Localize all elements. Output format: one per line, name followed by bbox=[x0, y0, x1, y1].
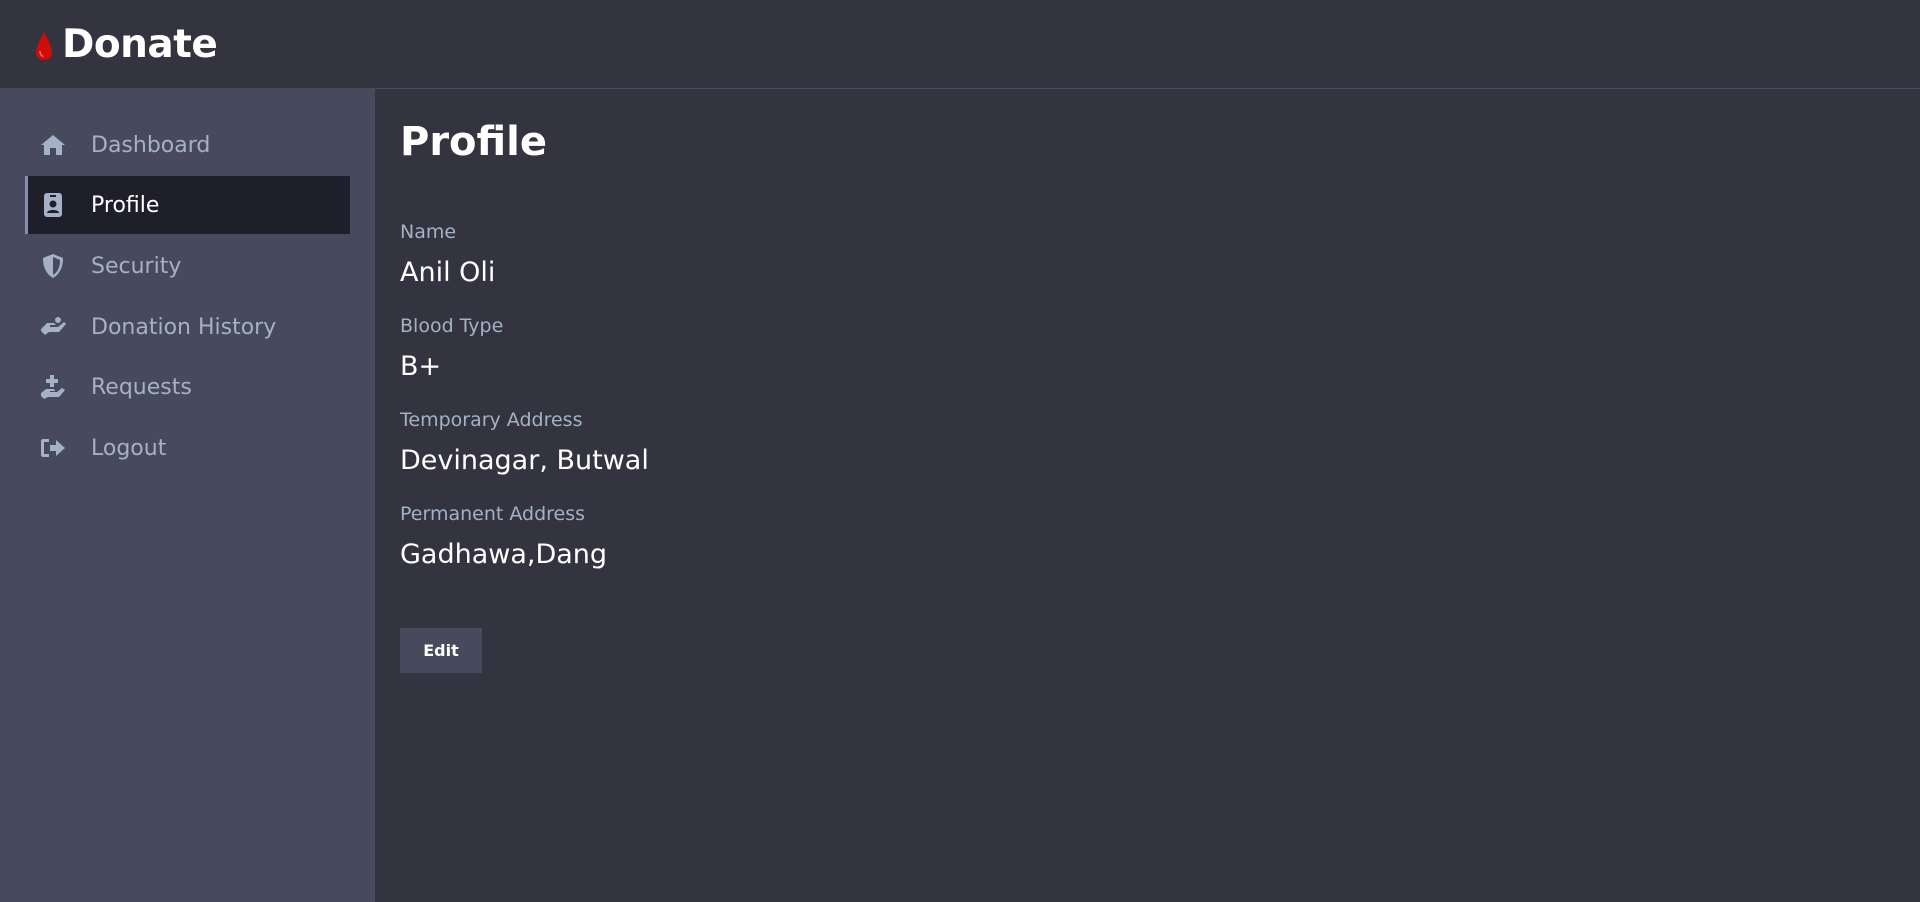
page-title: Profile bbox=[400, 119, 548, 165]
temporary-address-value: Devinagar, Butwal bbox=[400, 445, 649, 476]
blood-type-value: B+ bbox=[400, 351, 442, 382]
sign-out-icon bbox=[39, 434, 67, 462]
name-label: Name bbox=[400, 221, 457, 243]
sidebar-item-donation-history[interactable]: Donation History bbox=[25, 298, 350, 356]
top-bar: Donate bbox=[0, 0, 1920, 89]
edit-button[interactable]: Edit bbox=[400, 628, 482, 673]
sidebar-item-label: Profile bbox=[91, 192, 160, 218]
sidebar-item-label: Requests bbox=[91, 374, 192, 400]
hand-medical-icon bbox=[39, 373, 67, 401]
sidebar: Dashboard Profile Security Donation Hist… bbox=[0, 89, 375, 902]
sidebar-item-logout[interactable]: Logout bbox=[25, 419, 350, 477]
sidebar-item-label: Dashboard bbox=[91, 132, 211, 158]
sidebar-item-profile[interactable]: Profile bbox=[25, 176, 350, 234]
shield-icon bbox=[39, 252, 67, 280]
sidebar-item-dashboard[interactable]: Dashboard bbox=[25, 116, 350, 174]
sidebar-item-label: Donation History bbox=[91, 314, 277, 340]
sidebar-item-requests[interactable]: Requests bbox=[25, 358, 350, 416]
permanent-address-label: Permanent Address bbox=[400, 503, 586, 525]
sidebar-item-label: Security bbox=[91, 253, 182, 279]
blood-type-label: Blood Type bbox=[400, 315, 504, 337]
temporary-address-label: Temporary Address bbox=[400, 409, 583, 431]
id-badge-icon bbox=[39, 191, 67, 219]
name-value: Anil Oli bbox=[400, 257, 496, 288]
sidebar-item-security[interactable]: Security bbox=[25, 237, 350, 295]
hand-holding-icon bbox=[39, 313, 67, 341]
permanent-address-value: Gadhawa,Dang bbox=[400, 539, 608, 570]
sidebar-item-label: Logout bbox=[91, 435, 167, 461]
main-content: Profile Name Anil Oli Blood Type B+ Temp… bbox=[375, 89, 1920, 902]
brand-title[interactable]: Donate bbox=[62, 22, 218, 67]
home-icon bbox=[39, 131, 67, 159]
blood-drop-icon bbox=[36, 32, 52, 60]
